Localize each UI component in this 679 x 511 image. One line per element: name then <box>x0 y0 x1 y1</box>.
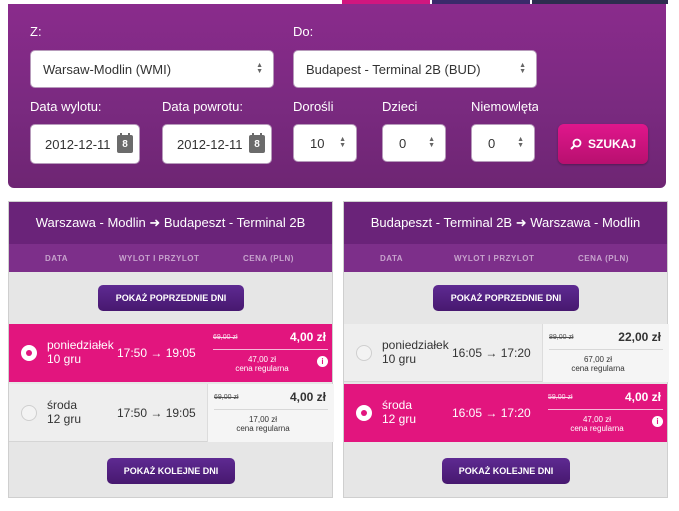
info-icon[interactable]: i <box>317 356 328 367</box>
outbound-panel: Warszawa - Modlin ➜ Budapeszt - Terminal… <box>8 201 334 498</box>
depart-date-input[interactable]: 2012-12-11 8 <box>30 124 140 164</box>
old-price: 89,00 zł <box>549 334 574 341</box>
col-date: DATA <box>45 254 69 263</box>
to-select-value: Budapest - Terminal 2B (BUD) <box>306 61 481 77</box>
col-price: CENA (PLN) <box>578 254 629 263</box>
old-price: 69,00 zł <box>213 334 238 341</box>
col-times: WYLOT I PRZYLOT <box>454 254 535 263</box>
return-date-label: Data powrotu: <box>162 99 243 114</box>
search-button[interactable]: SZUKAJ <box>558 124 648 164</box>
price: 22,00 zł <box>618 330 661 344</box>
children-select[interactable]: 0 ▲ ▼ <box>382 124 446 162</box>
price-box: 69,00 zł 4,00 zł 47,00 zł cena regularna … <box>207 324 334 382</box>
flight-times: 17:50 → 19:05 <box>117 406 196 420</box>
depart-date-value: 2012-12-11 <box>45 136 111 152</box>
search-icon <box>570 138 582 150</box>
select-arrows-icon: ▲ ▼ <box>517 136 524 149</box>
regular-price: 17,00 zł cena regularna <box>236 415 290 433</box>
old-price: 59,00 zł <box>548 394 573 401</box>
regular-price: 67,00 zł cena regularna <box>571 355 625 373</box>
price-divider <box>548 409 663 410</box>
infants-label: Niemowlęta <box>471 99 538 114</box>
adults-value: 10 <box>310 135 325 151</box>
col-date: DATA <box>380 254 404 263</box>
from-select[interactable]: Warsaw-Modlin (WMI) ▲ ▼ <box>30 50 274 88</box>
flight-row[interactable]: poniedziałek 10 gru 17:50 → 19:05 69,00 z… <box>9 324 332 382</box>
price-box: 89,00 zł 22,00 zł 67,00 zł cena regularna <box>542 324 669 382</box>
calendar-icon[interactable]: 8 <box>249 133 265 153</box>
regular-price: 47,00 zł cena regularna <box>235 355 289 373</box>
adults-label: Dorośli <box>293 99 334 114</box>
column-header: DATA WYLOT I PRZYLOT CENA (PLN) <box>344 244 667 272</box>
flight-times: 16:05 → 17:20 <box>452 406 531 420</box>
inbound-title: Budapeszt - Terminal 2B ➜ Warszawa - Mod… <box>344 202 667 244</box>
flight-day: poniedziałek 10 gru <box>382 338 449 366</box>
children-label: Dzieci <box>382 99 418 114</box>
flight-day: poniedziałek 10 gru <box>47 338 114 366</box>
price: 4,00 zł <box>289 330 326 344</box>
select-radio[interactable] <box>356 405 372 421</box>
outbound-title: Warszawa - Modlin ➜ Budapeszt - Terminal… <box>9 202 332 244</box>
adults-select[interactable]: 10 ▲ ▼ <box>293 124 357 162</box>
flight-row[interactable]: środa 12 gru 16:05 → 17:20 59,00 zł 4,00 … <box>344 384 667 442</box>
old-price: 69,00 zł <box>214 394 239 401</box>
price-divider <box>549 349 663 350</box>
select-arrows-icon: ▲ ▼ <box>519 62 526 75</box>
select-radio[interactable] <box>21 345 37 361</box>
flight-row[interactable]: środa 12 gru 17:50 → 19:05 69,00 zł 4,00 … <box>9 384 334 442</box>
flight-day: środa 12 gru <box>382 398 417 426</box>
col-times: WYLOT I PRZYLOT <box>119 254 200 263</box>
return-date-value: 2012-12-11 <box>177 136 243 152</box>
col-price: CENA (PLN) <box>243 254 294 263</box>
price-divider <box>214 409 328 410</box>
from-label: Z: <box>30 24 42 39</box>
flight-row[interactable]: poniedziałek 10 gru 16:05 → 17:20 89,00 z… <box>344 324 669 382</box>
price: 4,00 zł <box>289 390 326 404</box>
column-header: DATA WYLOT I PRZYLOT CENA (PLN) <box>9 244 332 272</box>
price-divider <box>213 349 328 350</box>
to-select[interactable]: Budapest - Terminal 2B (BUD) ▲ ▼ <box>293 50 537 88</box>
depart-date-label: Data wylotu: <box>30 99 102 114</box>
search-button-label: SZUKAJ <box>587 137 636 151</box>
flight-day: środa 12 gru <box>47 398 82 426</box>
infants-select[interactable]: 0 ▲ ▼ <box>471 124 535 162</box>
infants-value: 0 <box>488 135 496 151</box>
from-select-value: Warsaw-Modlin (WMI) <box>43 61 172 77</box>
regular-price: 47,00 zł cena regularna <box>570 415 624 433</box>
show-next-days-button[interactable]: POKAŻ KOLEJNE DNI <box>107 458 235 484</box>
select-radio[interactable] <box>21 405 37 421</box>
select-radio[interactable] <box>356 345 372 361</box>
return-date-input[interactable]: 2012-12-11 8 <box>162 124 272 164</box>
show-previous-days-button[interactable]: POKAŻ POPRZEDNIE DNI <box>98 285 244 311</box>
show-next-days-button[interactable]: POKAŻ KOLEJNE DNI <box>442 458 570 484</box>
price: 4,00 zł <box>624 390 661 404</box>
info-icon[interactable]: i <box>652 416 663 427</box>
show-previous-days-button[interactable]: POKAŻ POPRZEDNIE DNI <box>433 285 579 311</box>
price-box: 59,00 zł 4,00 zł 47,00 zł cena regularna … <box>542 384 669 442</box>
inbound-panel: Budapeszt - Terminal 2B ➜ Warszawa - Mod… <box>343 201 669 498</box>
select-arrows-icon: ▲ ▼ <box>256 62 263 75</box>
select-arrows-icon: ▲ ▼ <box>428 136 435 149</box>
select-arrows-icon: ▲ ▼ <box>339 136 346 149</box>
children-value: 0 <box>399 135 407 151</box>
flight-times: 17:50 → 19:05 <box>117 346 196 360</box>
flight-times: 16:05 → 17:20 <box>452 346 531 360</box>
price-box: 69,00 zł 4,00 zł 17,00 zł cena regularna <box>207 384 334 442</box>
to-label: Do: <box>293 24 314 39</box>
calendar-icon[interactable]: 8 <box>117 133 133 153</box>
